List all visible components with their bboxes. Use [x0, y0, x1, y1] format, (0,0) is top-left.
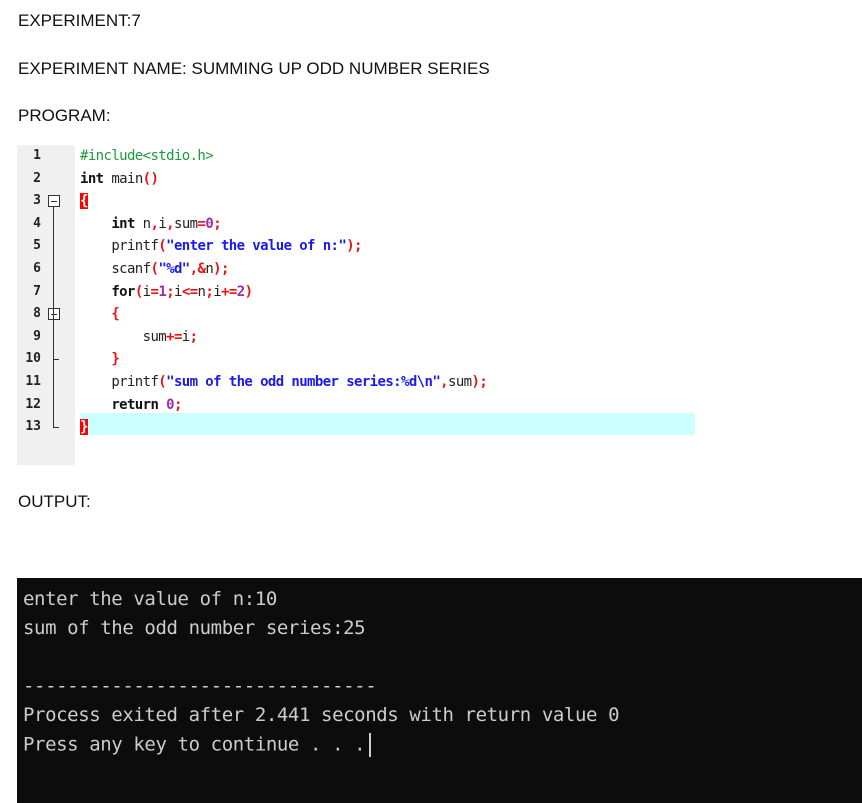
code-token: ;: [213, 215, 222, 232]
line-number: 2: [33, 170, 41, 186]
code-token: (: [134, 283, 143, 300]
line-number: 6: [33, 261, 41, 276]
code-token: int: [80, 215, 143, 232]
line-number: 1: [33, 148, 41, 163]
code-token: for: [80, 283, 135, 300]
code-token: (): [142, 170, 159, 187]
code-token: i: [142, 283, 151, 300]
code-token: );: [346, 238, 362, 255]
fold-line: [53, 320, 54, 428]
fold-toggle-icon[interactable]: [48, 195, 60, 208]
code-token: 0: [166, 396, 174, 413]
code-token: <=: [181, 283, 198, 300]
code-token: );: [213, 261, 229, 277]
code-line: sum+=i;: [80, 326, 198, 348]
code-token: i: [181, 328, 190, 345]
code-line: {: [80, 303, 119, 325]
code-token: ,&: [189, 261, 206, 277]
code-token: return: [80, 396, 167, 413]
console-text: Process exited after 2.441 seconds with …: [23, 704, 620, 726]
line-number: 5: [33, 238, 41, 254]
code-token: "enter the value of n:": [166, 238, 347, 255]
code-token: (: [158, 374, 167, 390]
console-text: Press any key to continue . . .: [23, 733, 366, 756]
console-line: --------------------------------: [23, 675, 377, 697]
code-token: printf: [80, 238, 159, 255]
code-line: int main(): [80, 168, 159, 190]
line-number-gutter: 1 2 3 4 5 6 7 8 9 10 11 12 13: [17, 145, 75, 465]
code-token: ;: [173, 396, 182, 413]
experiment-number: EXPERIMENT:7: [18, 11, 141, 30]
experiment-name: EXPERIMENT NAME: SUMMING UP ODD NUMBER S…: [18, 59, 490, 78]
code-token: }: [80, 419, 88, 436]
code-token: i: [213, 283, 222, 300]
code-token: }: [80, 351, 120, 368]
line-number: 11: [25, 374, 41, 389]
code-token: (: [158, 238, 167, 255]
console-line: sum of the odd number series:25: [23, 617, 366, 639]
code-line: printf("enter the value of n:");: [80, 235, 362, 257]
code-token: printf: [80, 374, 159, 390]
output-label: OUTPUT:: [18, 492, 91, 511]
code-token: ;: [189, 328, 198, 345]
code-token: int: [80, 170, 112, 187]
fold-end-marker: [53, 359, 59, 361]
code-line: return 0;: [80, 394, 182, 416]
code-token: ,: [166, 215, 175, 232]
code-line: for(i=1;i<=n;i+=2): [80, 281, 253, 303]
code-token: i: [174, 283, 182, 300]
line-number: 3: [33, 193, 41, 209]
line-number: 12: [25, 396, 41, 412]
code-token: +=: [166, 328, 182, 345]
fold-end-marker: [53, 427, 59, 429]
code-line: {: [80, 190, 88, 212]
code-token: main: [111, 170, 143, 187]
code-token: n: [205, 261, 214, 277]
line-number: 9: [33, 328, 41, 344]
console-text: --------------------------------: [23, 675, 377, 697]
code-token: #include<stdio.h>: [80, 148, 214, 164]
code-token: );: [471, 374, 488, 390]
code-line: scanf("%d",&n);: [80, 258, 229, 280]
program-label: PROGRAM:: [18, 106, 111, 125]
console-line: Process exited after 2.441 seconds with …: [23, 704, 620, 726]
current-line-highlight: [80, 413, 695, 435]
code-token: scanf: [80, 261, 151, 277]
code-token: sum: [80, 328, 167, 345]
code-line: #include<stdio.h>: [80, 145, 214, 167]
code-line: int n,i,sum=0;: [80, 213, 221, 235]
line-number: 7: [33, 283, 41, 299]
line-number: 4: [33, 215, 41, 231]
code-token: {: [80, 306, 120, 323]
code-token: +=: [221, 283, 237, 300]
code-token: "sum of the odd number series:%d\n": [166, 374, 441, 390]
code-line: }: [80, 348, 119, 370]
line-number: 13: [25, 419, 41, 435]
code-token: i: [158, 215, 167, 232]
code-token: ;: [166, 283, 175, 300]
code-token: ): [244, 283, 253, 300]
code-token: {: [80, 193, 88, 210]
code-token: ,: [440, 374, 448, 390]
code-token: sum: [174, 215, 198, 232]
code-editor-screenshot: 1 2 3 4 5 6 7 8 9 10 11 12 13 #include<stdio.h> int m…: [17, 145, 697, 465]
code-token: 1: [158, 283, 167, 300]
code-token: 2: [236, 283, 245, 300]
console-line: Press any key to continue . . .: [23, 733, 372, 757]
console-text: sum of the odd number series:25: [23, 617, 366, 639]
console-line: enter the value of n:10: [23, 588, 277, 610]
code-line: printf("sum of the odd number series:%d\…: [80, 371, 487, 393]
text-cursor: [369, 733, 372, 757]
fold-toggle-icon[interactable]: [48, 308, 60, 321]
console-output: enter the value of n:10 sum of the odd nu…: [17, 578, 862, 803]
code-token: sum: [448, 374, 472, 390]
line-number: 8: [33, 306, 41, 322]
code-token: "%d": [158, 261, 190, 277]
code-line: }: [80, 416, 88, 438]
console-text: enter the value of n:10: [23, 588, 277, 610]
line-number: 10: [25, 351, 41, 367]
